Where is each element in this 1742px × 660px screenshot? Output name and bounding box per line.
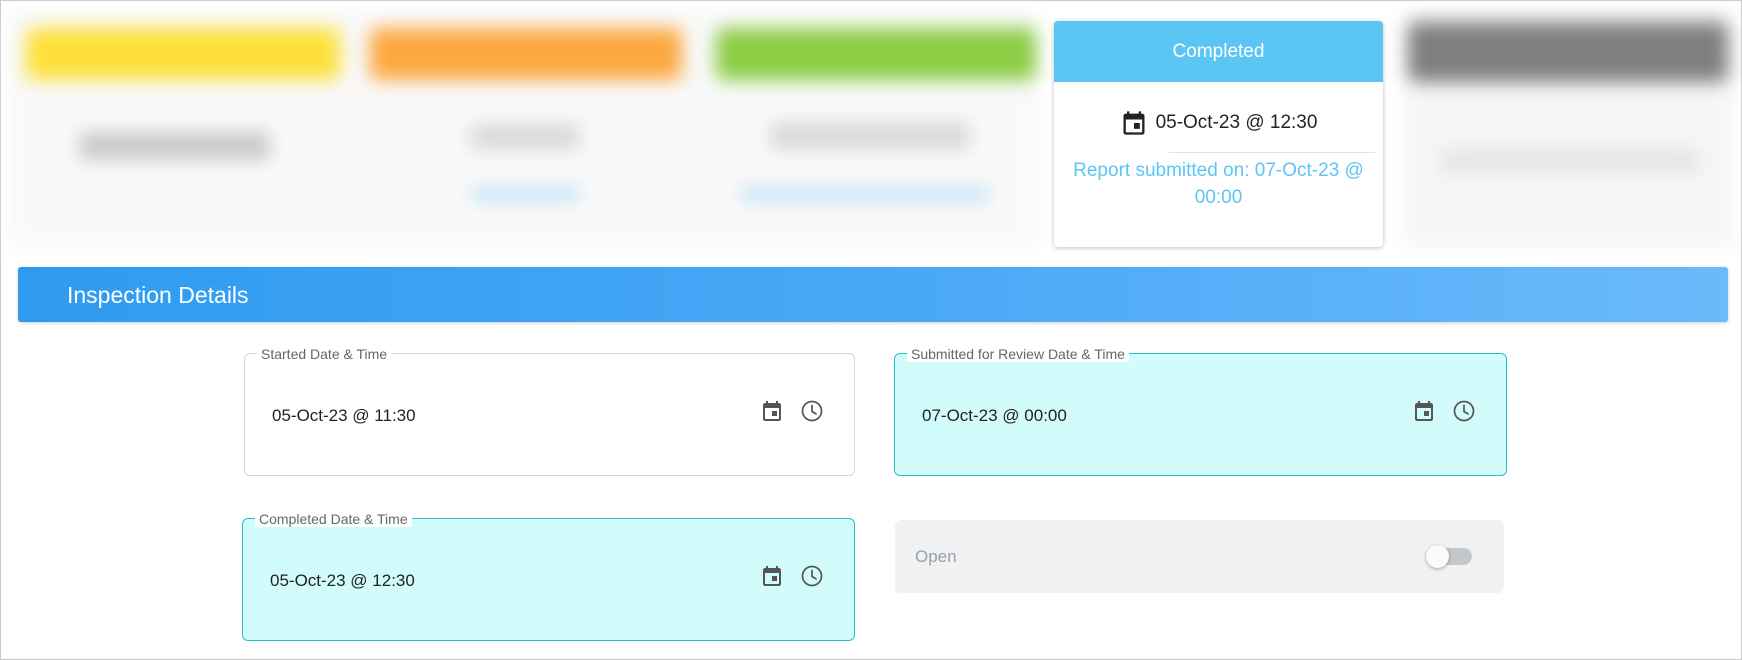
open-toggle-row: Open	[895, 520, 1504, 593]
calendar-icon[interactable]	[760, 564, 784, 588]
status-card-divider	[1169, 152, 1375, 153]
open-toggle-label: Open	[915, 547, 957, 566]
calendar-icon[interactable]	[760, 399, 784, 423]
started-datetime-value[interactable]: 05-Oct-23 @ 11:30	[272, 406, 416, 426]
submitted-review-datetime-value[interactable]: 07-Oct-23 @ 00:00	[922, 406, 1067, 426]
started-datetime-field[interactable]: Started Date & Time 05-Oct-23 @ 11:30	[244, 346, 855, 476]
inspection-details-header: Inspection Details	[18, 267, 1728, 322]
completed-datetime-value[interactable]: 05-Oct-23 @ 12:30	[270, 571, 415, 591]
section-title: Inspection Details	[67, 282, 249, 308]
toggle-knob[interactable]	[1426, 545, 1449, 568]
status-card-date-row: 05-Oct-23 @ 12:30	[1054, 108, 1383, 138]
clock-icon[interactable]	[800, 564, 824, 588]
calendar-icon	[1120, 108, 1156, 138]
completed-status-card: Completed 05-Oct-23 @ 12:30 Report submi…	[1054, 21, 1383, 247]
status-card-date: 05-Oct-23 @ 12:30	[1155, 112, 1318, 133]
blurred-status-cards	[0, 0, 1742, 260]
status-card-header: Completed	[1054, 21, 1383, 82]
started-datetime-label: Started Date & Time	[257, 346, 392, 362]
submitted-review-datetime-field[interactable]: Submitted for Review Date & Time 07-Oct-…	[894, 346, 1507, 476]
submitted-review-datetime-label: Submitted for Review Date & Time	[907, 346, 1129, 362]
open-toggle-switch[interactable]	[1426, 545, 1472, 568]
completed-datetime-field[interactable]: Completed Date & Time 05-Oct-23 @ 12:30	[242, 511, 855, 641]
completed-datetime-label: Completed Date & Time	[255, 511, 412, 527]
calendar-icon[interactable]	[1412, 399, 1436, 423]
report-submitted-text: Report submitted on: 07-Oct-23 @ 00:00	[1073, 160, 1364, 208]
clock-icon[interactable]	[800, 399, 824, 423]
clock-icon[interactable]	[1452, 399, 1476, 423]
